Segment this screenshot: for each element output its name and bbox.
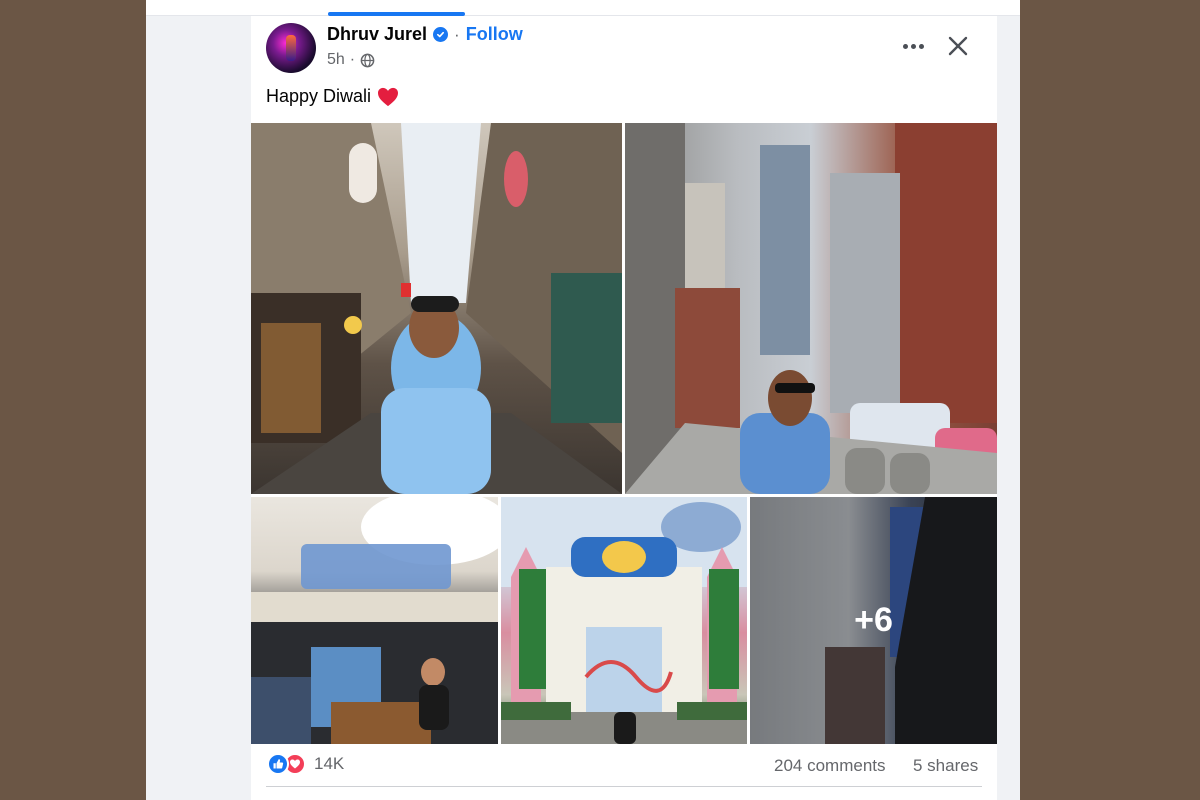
- photo-3-illustration: [251, 497, 498, 744]
- photo-2-illustration: [625, 123, 997, 494]
- like-icon: [267, 753, 289, 775]
- close-icon[interactable]: [945, 33, 971, 59]
- author-name[interactable]: Dhruv Jurel: [327, 24, 427, 45]
- action-divider: [266, 786, 982, 787]
- comments-count-link[interactable]: 204 comments: [774, 756, 886, 776]
- author-avatar[interactable]: [266, 23, 316, 73]
- post-photo-1[interactable]: [251, 123, 622, 494]
- reactions-summary[interactable]: 14K: [267, 753, 344, 775]
- meta-separator-dot: ·: [349, 51, 356, 68]
- post-header: Dhruv Jurel · Follow: [327, 24, 523, 45]
- photo-1-illustration: [251, 123, 622, 494]
- post-photo-3[interactable]: [251, 497, 498, 744]
- post-timestamp[interactable]: 5h: [327, 51, 345, 69]
- post-caption: Happy Diwali: [266, 86, 372, 106]
- avatar-figure: [286, 35, 296, 61]
- post-meta: 5h ·: [327, 51, 375, 69]
- top-navigation-strip: [146, 0, 1020, 16]
- shares-count-link[interactable]: 5 shares: [913, 756, 978, 776]
- reaction-count: 14K: [314, 754, 345, 773]
- photo-4-illustration: [501, 497, 747, 744]
- more-dot: [918, 43, 924, 49]
- separator-dot: ·: [454, 24, 460, 44]
- post-card: Dhruv Jurel · Follow 5h · Happy Diwali +…: [251, 16, 997, 800]
- globe-icon: [360, 53, 375, 67]
- post-text: Happy Diwali: [266, 86, 399, 107]
- more-dot: [910, 43, 916, 49]
- post-photo-2[interactable]: [625, 123, 997, 494]
- post-photo-5[interactable]: +6: [750, 497, 997, 744]
- more-options-button[interactable]: [901, 34, 925, 58]
- follow-button[interactable]: Follow: [466, 24, 523, 45]
- more-dot: [902, 43, 908, 49]
- verified-badge-icon: [433, 27, 449, 42]
- more-photos-count[interactable]: +6: [750, 497, 997, 744]
- post-photo-4[interactable]: [501, 497, 747, 744]
- red-heart-emoji: [378, 87, 399, 106]
